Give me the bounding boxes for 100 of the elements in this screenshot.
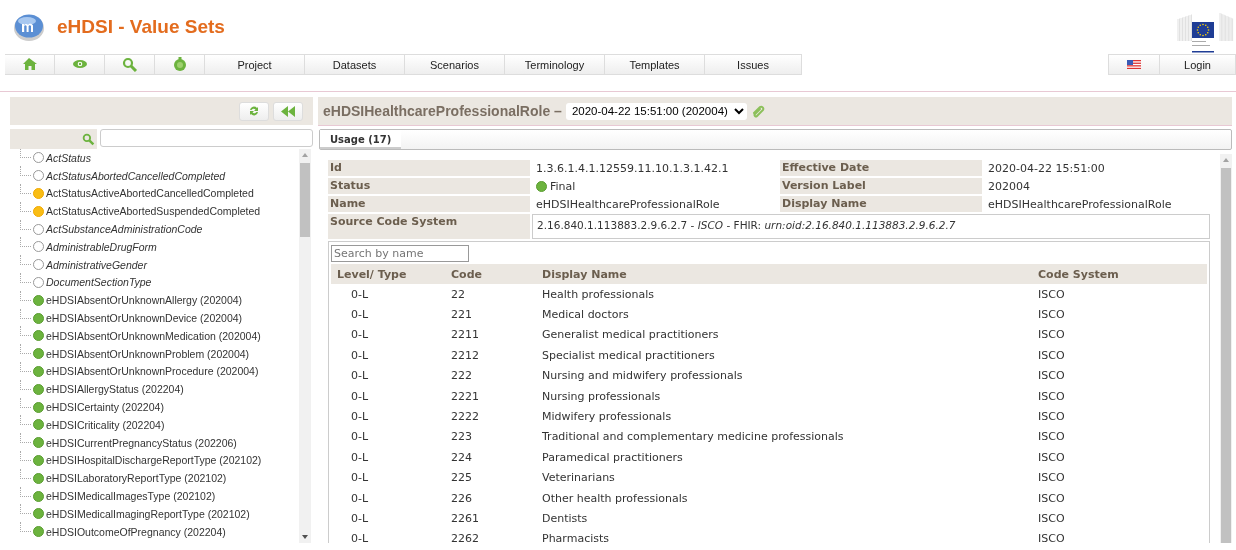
tree-item[interactable]: ActStatusActiveAbortedSuspendedCompleted	[46, 205, 261, 218]
collapse-button[interactable]	[273, 101, 303, 121]
table-cell-text: 0-L	[350, 369, 370, 383]
table-cell-text: Nursing professionals	[541, 389, 662, 403]
tree-item[interactable]: eHDSIOutcomeOfPregnancy (202204)	[46, 525, 226, 538]
table-cell-text: 225	[450, 471, 473, 485]
paperclip-icon[interactable]	[750, 104, 767, 118]
table-cell-text: Paramedical practitioners	[541, 450, 684, 464]
tree-item[interactable]: ActStatusAbortedCancelledCompleted	[46, 169, 226, 182]
flag-logo-icon	[1176, 11, 1234, 53]
scrollbar[interactable]	[299, 149, 311, 543]
tree-item[interactable]: ActSubstanceAdministrationCode	[46, 223, 203, 236]
table-cell-text: 0-L	[350, 410, 370, 424]
table-cell-text: 2221	[450, 389, 480, 403]
table-cell-text: 2222	[450, 410, 480, 424]
search-button[interactable]	[105, 54, 155, 75]
table-cell-text: 2212	[450, 348, 480, 362]
scrollbar[interactable]	[1220, 154, 1232, 543]
search-field[interactable]: Search by name	[331, 245, 469, 262]
table-cell-text: ISCO	[1038, 450, 1066, 464]
table-cell-text: ISCO	[1038, 512, 1066, 525]
table-cell-text: 2261	[450, 512, 480, 525]
refresh-button[interactable]	[239, 101, 269, 121]
version-dropdown[interactable]: 2020-04-22 15:51:00 (202004)	[565, 102, 747, 120]
table-cell-text: Health professionals	[541, 287, 655, 301]
table-cell-text: 224	[450, 450, 473, 464]
table-cell-text: 0-L	[350, 308, 370, 322]
property-value: eHDSIHealthcareProfessionalRole	[988, 197, 1172, 211]
table-cell-text: Traditional and complementary medicine professionals	[541, 430, 845, 444]
rewind-icon	[281, 105, 295, 117]
table-cell-text: 0-L	[350, 328, 370, 342]
table-cell-text: ISCO	[1038, 308, 1066, 322]
column-header: Level/ Type	[336, 267, 408, 281]
table-cell-text: ISCO	[1038, 471, 1066, 485]
tree-item[interactable]: ActStatus	[46, 151, 91, 164]
table-cell-text: 0-L	[350, 471, 370, 485]
tree-item[interactable]: eHDSIAllergyStatus (202204)	[46, 383, 184, 396]
property-label: Source Code System	[328, 214, 530, 239]
table-cell-text: Specialist medical practitioners	[541, 348, 716, 362]
table-cell-text: 0-L	[350, 348, 370, 362]
table-cell-text: ISCO	[1038, 410, 1066, 424]
tree-item[interactable]: DocumentSectionType	[46, 276, 152, 289]
menu-item[interactable]: Issues	[705, 54, 802, 75]
language-button[interactable]	[1108, 54, 1160, 75]
table-cell-text: Dentists	[541, 512, 589, 525]
table-cell-text: 222	[450, 369, 473, 383]
tree-item[interactable]: eHDSIAbsentOrUnknownProcedure (202004)	[46, 365, 259, 378]
tree-item[interactable]: ActStatusActiveAbortedCancelledCompleted	[46, 187, 254, 200]
table-cell-text: 0-L	[350, 532, 370, 543]
tree-item[interactable]: eHDSIAbsentOrUnknownDevice (202004)	[46, 312, 243, 325]
menu-item[interactable]: Project	[205, 54, 305, 75]
property-value: eHDSIHealthcareProfessionalRole	[536, 197, 720, 211]
tree-item[interactable]: eHDSICurrentPregnancyStatus (202206)	[46, 436, 237, 449]
menu-item[interactable]: Scenarios	[405, 54, 505, 75]
property-label: Version Label	[780, 178, 982, 194]
property-value: 1.3.6.1.4.1.12559.11.10.1.3.1.42.1	[536, 161, 729, 175]
table-cell-text: Nursing and midwifery professionals	[541, 369, 744, 383]
table-cell-text: ISCO	[1038, 389, 1066, 403]
tree-item[interactable]: eHDSICriticality (202204)	[46, 418, 165, 431]
tree-item[interactable]: eHDSIAbsentOrUnknownMedication (202004)	[46, 329, 261, 342]
refresh-icon	[248, 105, 260, 117]
tree-item[interactable]: AdministrableDrugForm	[46, 240, 157, 253]
table-cell-text: 0-L	[350, 491, 370, 505]
tree-item[interactable]: AdministrativeGender	[46, 258, 147, 271]
table-cell-text: 226	[450, 491, 473, 505]
table-cell-text: 22	[450, 287, 466, 301]
table-cell-text: 0-L	[350, 430, 370, 444]
value-set-title: eHDSIHealthcareProfessionalRole –	[323, 103, 562, 119]
tree-item[interactable]: eHDSIMedicalImagesType (202102)	[46, 490, 216, 503]
property-label: Effective Date	[780, 160, 982, 176]
column-header: Display Name	[541, 267, 628, 281]
search-icon	[82, 132, 95, 146]
home-icon	[21, 57, 38, 72]
table-cell-text: 0-L	[350, 512, 370, 525]
property-label: Name	[328, 196, 530, 212]
menu-item[interactable]: Terminology	[505, 54, 605, 75]
table-cell-text: Veterinarians	[541, 471, 616, 485]
home-button[interactable]	[5, 54, 55, 75]
table-cell-text: Medical doctors	[541, 308, 630, 322]
flag-icon	[1127, 60, 1141, 69]
tab[interactable]: Usage (17)	[320, 130, 402, 149]
property-value: 2.16.840.1.113883.2.9.6.2.7 - ISCO - FHIR: urn:oid:2.16.840.1.113883.2.9.6.2.7	[532, 214, 1210, 239]
table-cell-text: Midwifery professionals	[541, 410, 673, 424]
property-value: Final	[550, 179, 576, 193]
property-label: Display Name	[780, 196, 982, 212]
eye-button[interactable]	[55, 54, 105, 75]
table-cell-text: Generalist medical practitioners	[541, 328, 720, 342]
menu-item[interactable]: Templates	[605, 54, 705, 75]
menu-item[interactable]: Datasets	[305, 54, 405, 75]
table-cell-text: Pharmacists	[541, 532, 610, 543]
tree-item[interactable]: eHDSIAbsentOrUnknownAllergy (202004)	[46, 294, 243, 307]
column-header: Code System	[1038, 267, 1120, 281]
tree-item[interactable]: eHDSIMedicalImagingReportType (202102)	[46, 507, 250, 520]
tree-item[interactable]: eHDSILaboratoryReportType (202102)	[46, 472, 227, 485]
search-field[interactable]	[100, 129, 313, 147]
login-button[interactable]: Login	[1160, 54, 1236, 75]
tree-item[interactable]: eHDSICertainty (202204)	[46, 401, 164, 414]
tree-item[interactable]: eHDSIHospitalDischargeReportType (202102)	[46, 454, 262, 467]
property-label: Id	[328, 160, 530, 176]
tree-item[interactable]: eHDSIAbsentOrUnknownProblem (202004)	[46, 347, 250, 360]
